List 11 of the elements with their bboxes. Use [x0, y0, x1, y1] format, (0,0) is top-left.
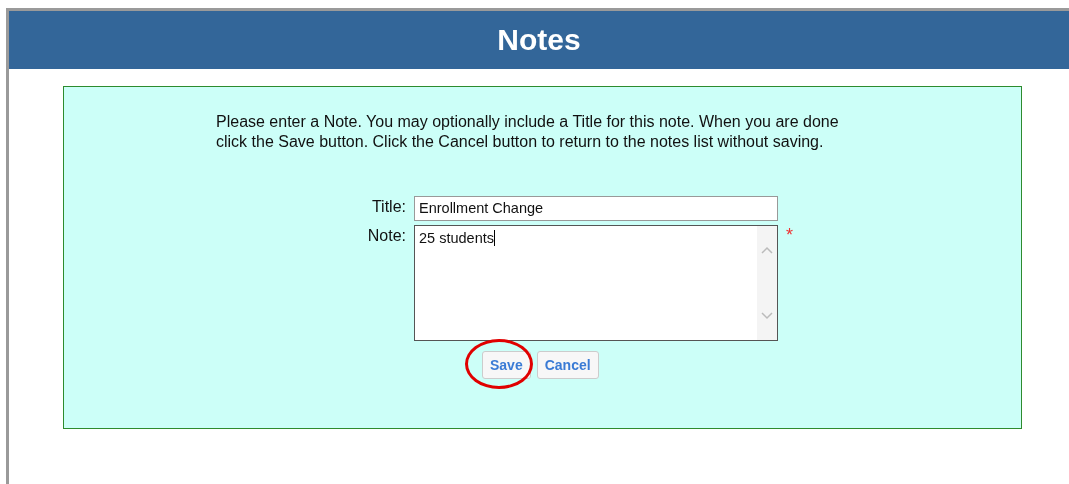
title-field[interactable]: Enrollment Change [414, 196, 778, 221]
scroll-up-icon[interactable] [761, 246, 773, 254]
scroll-down-icon[interactable] [761, 312, 773, 320]
field-label: Title: [371, 197, 406, 217]
instructions-text: Please enter a Note. You may optionally include a Title for this note. When you are done click the Save button. Click the Cancel button to return to the notes list without saving. [216, 112, 840, 152]
note-field[interactable]: 25 students [414, 225, 778, 341]
save-button[interactable]: Save [482, 351, 531, 379]
page-title: Notes [497, 23, 581, 57]
required-mark: * [786, 225, 794, 247]
field-label: Note: [367, 226, 406, 246]
cancel-button[interactable]: Cancel [536, 351, 599, 379]
